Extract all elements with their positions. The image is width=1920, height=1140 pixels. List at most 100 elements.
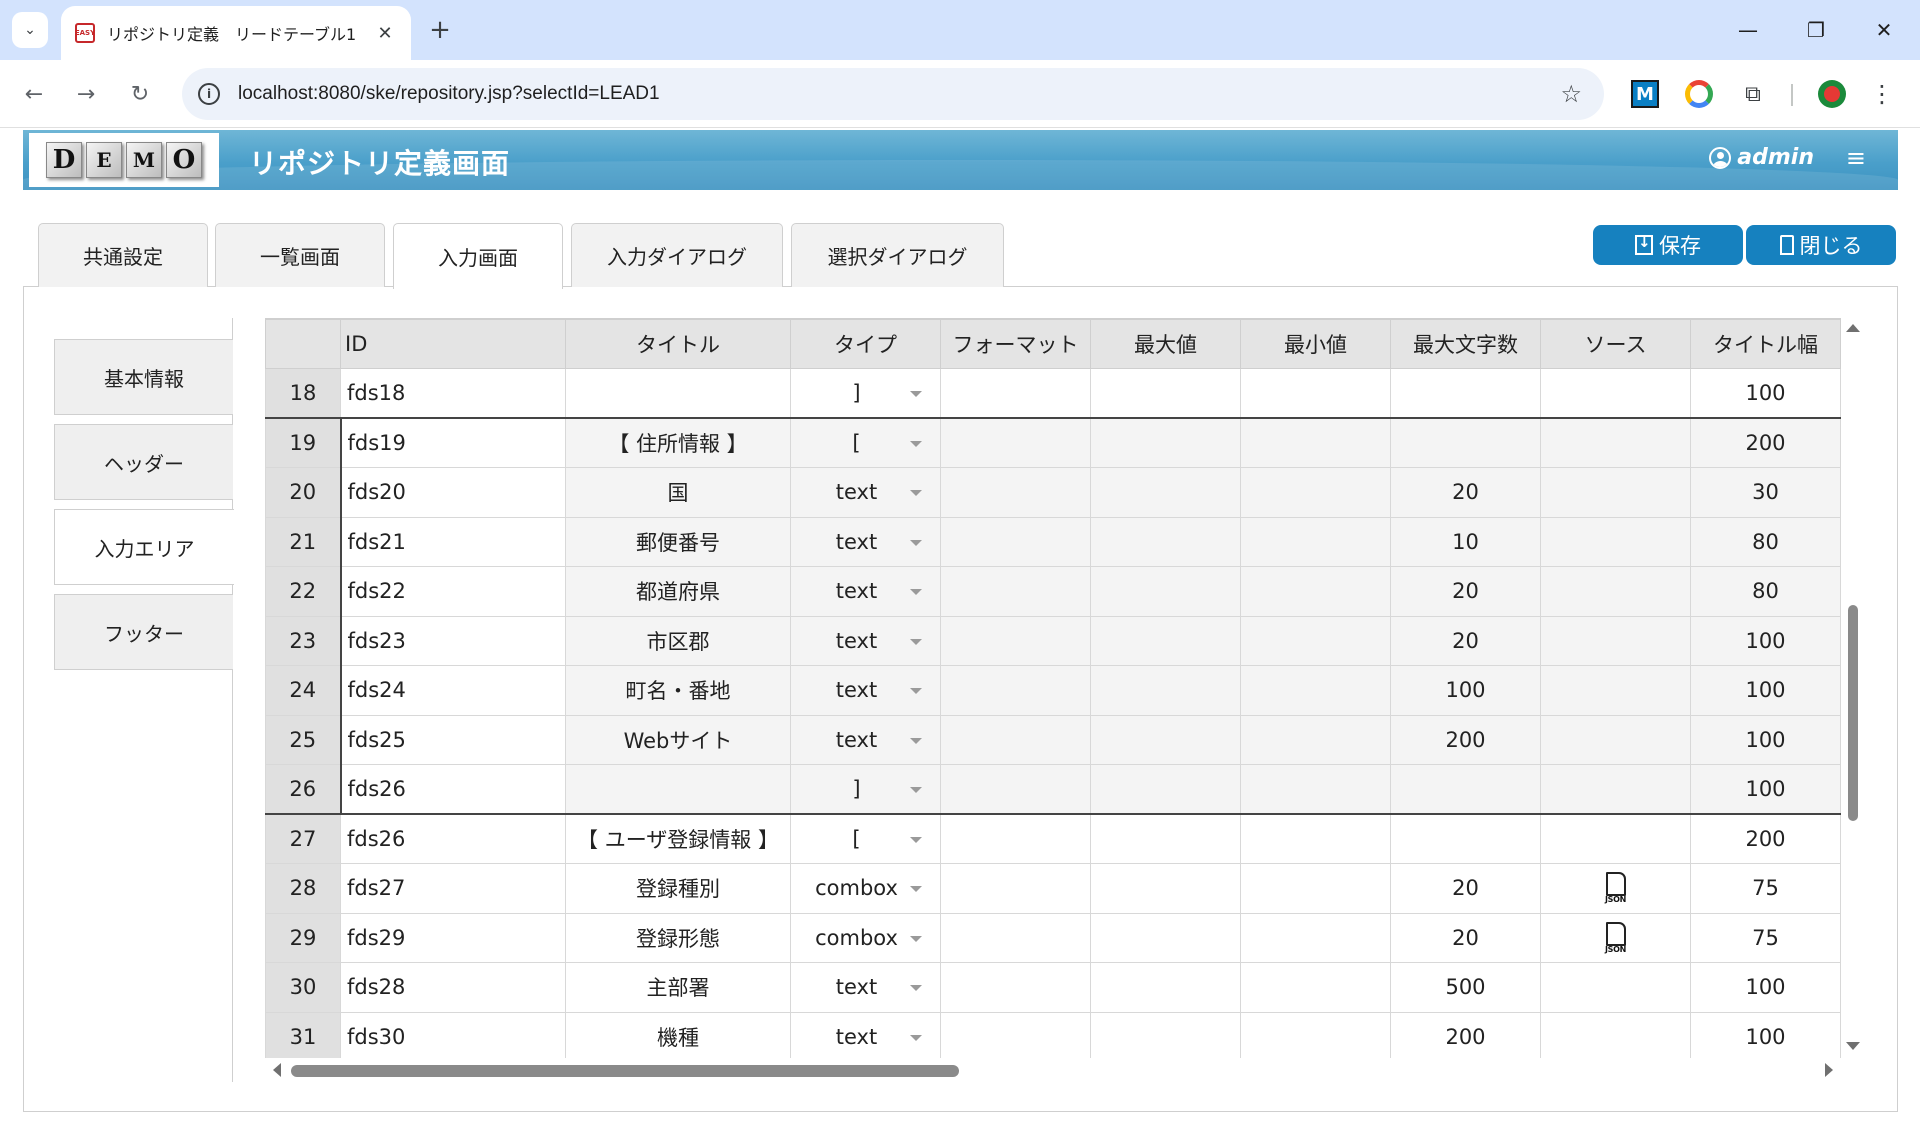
cell-max[interactable]	[1090, 1011, 1241, 1058]
cell-max[interactable]	[1090, 813, 1241, 864]
column-header[interactable]: タイプ	[790, 319, 941, 369]
cell-max[interactable]	[1090, 764, 1241, 815]
table-row[interactable]: 28 fds27 登録種別 combox 20 JSON 75	[265, 863, 1841, 914]
cell-format[interactable]	[940, 665, 1091, 716]
table-row[interactable]: 19 fds19 【 住所情報 】 [200	[265, 417, 1841, 468]
cell-title-width[interactable]: 100	[1690, 1011, 1841, 1058]
cell-maxlen[interactable]	[1390, 417, 1541, 468]
cell-title-width[interactable]: 75	[1690, 912, 1841, 963]
table-row[interactable]: 29 fds29 登録形態 combox 20 JSON 75	[265, 912, 1841, 963]
cell-source[interactable]	[1540, 1011, 1691, 1058]
cell-maxlen[interactable]: 500	[1390, 962, 1541, 1013]
cell-type-select[interactable]: text	[790, 962, 941, 1013]
column-header[interactable]: 最大値	[1090, 319, 1241, 369]
scroll-left-arrow-icon[interactable]	[273, 1063, 281, 1077]
cell-title-width[interactable]: 100	[1690, 962, 1841, 1013]
tab-common-settings[interactable]: 共通設定	[38, 223, 208, 287]
cell-source[interactable]	[1540, 417, 1691, 468]
cell-min[interactable]	[1240, 863, 1391, 914]
restore-icon[interactable]: ❐	[1794, 8, 1838, 52]
cell-source[interactable]: JSON	[1540, 912, 1691, 963]
cell-maxlen[interactable]: 200	[1390, 714, 1541, 765]
cell-title-width[interactable]: 100	[1690, 615, 1841, 666]
cell-type-select[interactable]: text	[790, 615, 941, 666]
table-row[interactable]: 21 fds21 郵便番号 text 10 80	[265, 516, 1841, 567]
cell-title-width[interactable]: 80	[1690, 566, 1841, 617]
cell-id[interactable]: fds21	[339, 516, 566, 567]
cell-title-width[interactable]: 200	[1690, 813, 1841, 864]
cell-format[interactable]	[940, 962, 1091, 1013]
cell-id[interactable]: fds20	[339, 467, 566, 518]
cell-min[interactable]	[1240, 1011, 1391, 1058]
dropdown-arrow-icon[interactable]	[910, 589, 922, 595]
table-row[interactable]: 18 fds18] 100	[265, 368, 1841, 419]
cell-type-select[interactable]: text	[790, 467, 941, 518]
cell-maxlen[interactable]: 20	[1390, 912, 1541, 963]
cell-title-width[interactable]: 100	[1690, 714, 1841, 765]
vertical-scrollbar[interactable]	[1842, 318, 1862, 1058]
cell-title[interactable]: 機種	[565, 1011, 791, 1058]
cell-maxlen[interactable]	[1390, 813, 1541, 864]
cell-min[interactable]	[1240, 912, 1391, 963]
cell-max[interactable]	[1090, 368, 1241, 419]
side-tab-footer[interactable]: フッター	[54, 594, 233, 670]
column-header[interactable]: フォーマット	[940, 319, 1091, 369]
cell-maxlen[interactable]: 20	[1390, 566, 1541, 617]
cell-maxlen[interactable]: 100	[1390, 665, 1541, 716]
side-tab-basic-info[interactable]: 基本情報	[54, 339, 233, 415]
cell-type-select[interactable]: [	[790, 417, 941, 468]
cell-format[interactable]	[940, 615, 1091, 666]
cell-source[interactable]	[1540, 714, 1691, 765]
cell-max[interactable]	[1090, 516, 1241, 567]
cell-id[interactable]: fds26	[340, 813, 566, 864]
cell-title[interactable]: 市区郡	[565, 615, 791, 666]
cell-source[interactable]	[1540, 665, 1691, 716]
cell-type-select[interactable]: text	[790, 566, 941, 617]
dropdown-arrow-icon[interactable]	[910, 1034, 922, 1041]
cell-id[interactable]: fds28	[340, 962, 566, 1013]
cell-maxlen[interactable]: 20	[1390, 467, 1541, 518]
cell-max[interactable]	[1090, 615, 1241, 666]
cell-title[interactable]	[565, 368, 791, 419]
cell-type-select[interactable]: [	[790, 813, 941, 864]
cell-title[interactable]: 国	[565, 467, 791, 518]
cell-source[interactable]	[1540, 764, 1691, 815]
save-button[interactable]: 保存	[1593, 225, 1743, 265]
scroll-up-arrow-icon[interactable]	[1846, 324, 1860, 332]
cell-maxlen[interactable]: 20	[1390, 863, 1541, 914]
cell-id[interactable]: fds18	[340, 368, 566, 419]
cell-format[interactable]	[940, 516, 1091, 567]
cell-title[interactable]: 主部署	[565, 962, 791, 1013]
address-bar[interactable]: i localhost:8080/ske/repository.jsp?sele…	[182, 68, 1604, 120]
cell-id[interactable]: fds23	[339, 615, 566, 666]
cell-id[interactable]: fds25	[339, 714, 566, 765]
cell-title-width[interactable]: 75	[1690, 863, 1841, 914]
table-row[interactable]: 24 fds24 町名・番地 text 100 100	[265, 665, 1841, 716]
cell-max[interactable]	[1090, 962, 1241, 1013]
cell-format[interactable]	[940, 813, 1091, 864]
cell-title[interactable]: 【 住所情報 】	[565, 417, 791, 468]
dropdown-arrow-icon[interactable]	[910, 787, 922, 793]
tab-close-icon[interactable]: ✕	[373, 23, 397, 44]
cell-id[interactable]: fds26	[339, 764, 566, 815]
cell-title-width[interactable]: 30	[1690, 467, 1841, 518]
cell-min[interactable]	[1240, 615, 1391, 666]
url-text[interactable]: localhost:8080/ske/repository.jsp?select…	[238, 83, 660, 105]
cell-max[interactable]	[1090, 912, 1241, 963]
cell-title-width[interactable]: 200	[1690, 417, 1841, 468]
cell-min[interactable]	[1240, 764, 1391, 815]
cell-min[interactable]	[1240, 714, 1391, 765]
cell-id[interactable]: fds27	[340, 863, 566, 914]
cell-maxlen[interactable]: 200	[1390, 1011, 1541, 1058]
minimize-icon[interactable]: —	[1726, 8, 1770, 52]
cell-max[interactable]	[1090, 863, 1241, 914]
tab-input-dialog[interactable]: 入力ダイアログ	[571, 223, 783, 287]
table-row[interactable]: 22 fds22 都道府県 text 20 80	[265, 566, 1841, 617]
dropdown-arrow-icon[interactable]	[910, 539, 922, 546]
new-tab-plus-icon[interactable]: +	[422, 12, 458, 48]
cell-source[interactable]	[1540, 368, 1691, 419]
tab-list-screen[interactable]: 一覧画面	[215, 223, 385, 287]
side-tab-header[interactable]: ヘッダー	[54, 424, 233, 500]
table-row[interactable]: 20 fds20 国 text 20 30	[265, 467, 1841, 518]
horizontal-scrollbar[interactable]	[265, 1058, 1841, 1082]
